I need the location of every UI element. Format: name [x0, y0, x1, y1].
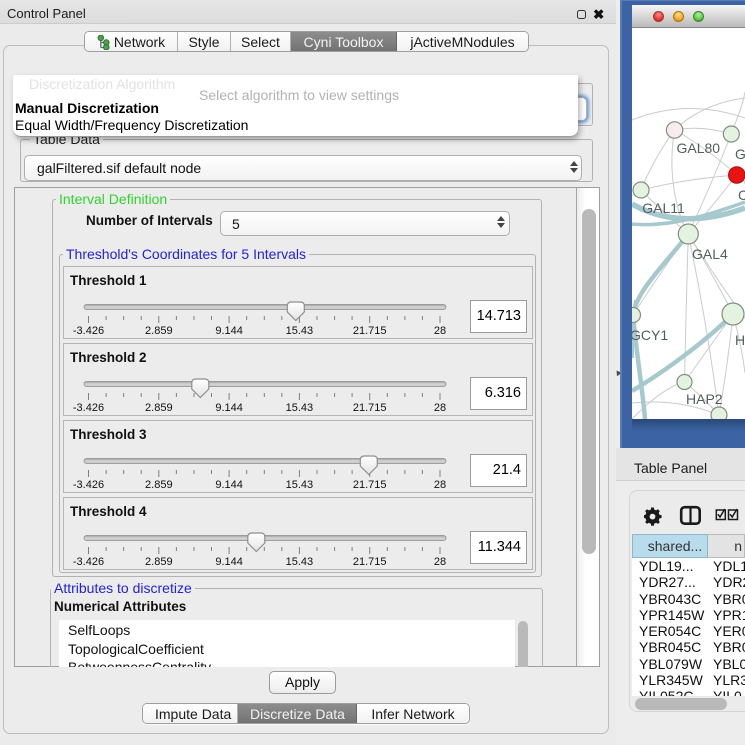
svg-text:15.43: 15.43 — [286, 556, 314, 568]
svg-text:2.859: 2.859 — [145, 556, 173, 568]
svg-text:9.144: 9.144 — [215, 402, 243, 414]
svg-text:28: 28 — [434, 402, 446, 414]
svg-text:GAL11: GAL11 — [642, 200, 685, 216]
svg-text:C: C — [738, 187, 745, 203]
svg-text:HAP2: HAP2 — [686, 391, 723, 407]
svg-text:H: H — [735, 332, 745, 348]
svg-text:21.715: 21.715 — [353, 556, 387, 568]
svg-text:-3.426: -3.426 — [73, 556, 104, 568]
svg-text:28: 28 — [434, 479, 446, 491]
svg-text:15.43: 15.43 — [286, 325, 314, 337]
svg-text:21.715: 21.715 — [353, 325, 387, 337]
svg-text:-3.426: -3.426 — [73, 479, 104, 491]
svg-text:-3.426: -3.426 — [73, 325, 104, 337]
svg-text:9.144: 9.144 — [215, 479, 243, 491]
svg-text:2.859: 2.859 — [145, 402, 173, 414]
svg-text:15.43: 15.43 — [286, 402, 314, 414]
svg-text:-3.426: -3.426 — [73, 402, 104, 414]
svg-text:21.715: 21.715 — [353, 402, 387, 414]
svg-text:2.859: 2.859 — [145, 479, 173, 491]
svg-text:28: 28 — [434, 325, 446, 337]
svg-text:GCY1: GCY1 — [632, 327, 668, 343]
svg-text:15.43: 15.43 — [286, 479, 314, 491]
svg-text:G.: G. — [735, 146, 745, 162]
svg-text:GAL4: GAL4 — [692, 246, 728, 262]
svg-text:GAL80: GAL80 — [677, 140, 721, 156]
svg-text:9.144: 9.144 — [215, 325, 243, 337]
svg-text:9.144: 9.144 — [215, 556, 243, 568]
svg-text:2.859: 2.859 — [145, 325, 173, 337]
svg-text:21.715: 21.715 — [353, 479, 387, 491]
svg-text:28: 28 — [434, 556, 446, 568]
